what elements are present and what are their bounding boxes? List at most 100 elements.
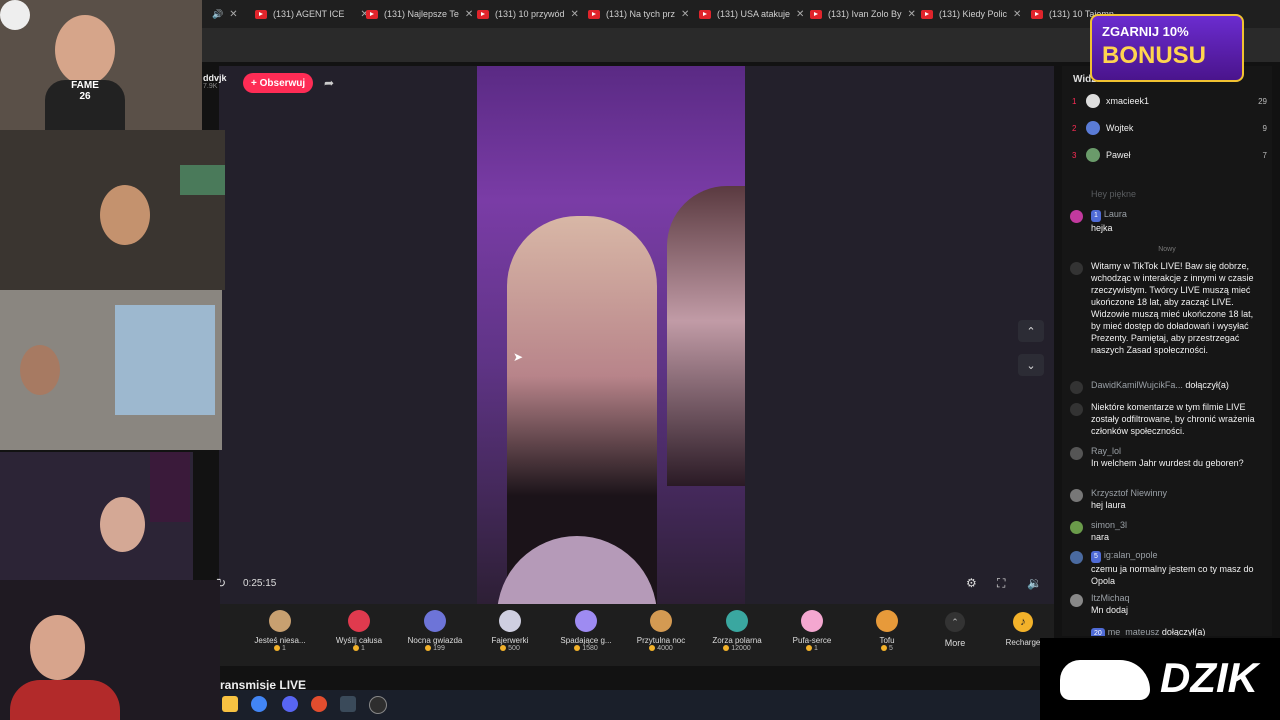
chat-message[interactable]: ItzMichaq Mn dodaj xyxy=(1070,592,1265,616)
tab-5[interactable]: (131) USA atakuje ✕ xyxy=(699,4,804,24)
follow-button[interactable]: + Obserwuj xyxy=(243,73,314,93)
gift-item[interactable]: Spadające g... 1580 xyxy=(551,608,621,652)
tab-2[interactable]: (131) Najlepsze Te ✕ xyxy=(366,4,473,24)
gift-item[interactable]: Przytulna noc 4000 xyxy=(626,608,696,652)
viewer-row[interactable]: 2 Wojtek 9 xyxy=(1072,119,1267,137)
gift-item[interactable]: Jesteś niesa... 1 xyxy=(245,608,315,652)
viewer-row[interactable]: 3 Paweł 7 xyxy=(1072,146,1267,164)
youtube-icon xyxy=(921,9,933,19)
coin-icon xyxy=(353,645,360,652)
chrome-icon[interactable] xyxy=(251,696,267,712)
jersey: FAME 26 xyxy=(45,80,125,130)
avatar xyxy=(1070,489,1083,502)
avatar xyxy=(1086,148,1100,162)
mouse-cursor-icon: ➤ xyxy=(513,350,524,364)
webcam-person xyxy=(100,185,150,245)
next-live-button[interactable]: ⌄ xyxy=(1018,354,1044,376)
file-explorer-icon[interactable] xyxy=(222,696,238,712)
aquarium xyxy=(180,165,225,195)
join-icon xyxy=(1070,381,1083,394)
gift-item[interactable]: Tofu 5 xyxy=(852,608,922,652)
panda-icon xyxy=(0,0,30,30)
coin-icon: ♪ xyxy=(1013,612,1033,632)
chat-message[interactable]: 5 ig:alan_opole czemu ja normalny jestem c… xyxy=(1070,549,1265,587)
gift-item[interactable]: Fajerwerki 500 xyxy=(475,608,545,652)
share-icon[interactable]: ➦ xyxy=(324,76,334,90)
close-icon[interactable]: ✕ xyxy=(1013,9,1021,20)
close-icon[interactable]: ✕ xyxy=(908,9,916,20)
chat-message[interactable]: Ray_lol In welchem Jahr wurdest du gebore… xyxy=(1070,445,1265,469)
chevron-down-icon: ⌄ xyxy=(1026,359,1036,372)
system-message: Niektóre komentarze w tym filmie LIVE zo… xyxy=(1070,401,1265,437)
discord-icon[interactable] xyxy=(282,696,298,712)
webcam-person xyxy=(30,615,85,680)
chevron-up-icon: ⌃ xyxy=(945,612,965,632)
more-gifts-button[interactable]: ⌃ More xyxy=(930,604,980,648)
new-messages-divider: Nowy xyxy=(1158,246,1176,253)
tab-4[interactable]: (131) Na tych prz ✕ xyxy=(588,4,689,24)
close-icon[interactable]: ✕ xyxy=(796,9,804,20)
avatar xyxy=(1070,521,1083,534)
coin-icon xyxy=(723,645,730,652)
close-icon[interactable]: ✕ xyxy=(571,9,579,20)
avatar xyxy=(1086,121,1100,135)
volume-icon[interactable]: 🔉 xyxy=(1027,576,1042,590)
close-icon[interactable]: ✕ xyxy=(229,9,237,20)
webcam-4 xyxy=(0,452,193,580)
boar-icon xyxy=(1060,660,1150,700)
settings-icon[interactable]: ⚙ xyxy=(966,576,977,590)
coin-icon xyxy=(574,645,581,652)
live-video[interactable] xyxy=(477,66,745,604)
cozy-night-gift-icon xyxy=(650,610,672,632)
close-icon[interactable]: ✕ xyxy=(465,9,473,20)
chat-message[interactable]: Krzysztof Niewinny hej laura xyxy=(1070,487,1265,511)
streamer-friend xyxy=(667,186,745,486)
tab-7[interactable]: (131) Kiedy Polic ✕ xyxy=(921,4,1021,24)
red-shirt xyxy=(10,680,120,720)
youtube-icon xyxy=(255,9,267,19)
tab-1[interactable]: (131) AGENT ICE ✕ xyxy=(255,4,369,24)
youtube-icon xyxy=(699,9,711,19)
chat-message[interactable]: 1 Laura hejka xyxy=(1070,208,1265,234)
tab-controls[interactable]: 🔊 ✕ xyxy=(212,4,238,24)
join-message: DawidKamilWujcikFa... dołączył(a) xyxy=(1070,379,1265,394)
aurora-gift-icon xyxy=(726,610,748,632)
coin-icon xyxy=(425,645,432,652)
viewer-row[interactable]: 1 xmacieek1 29 xyxy=(1072,92,1267,110)
app-icon[interactable] xyxy=(311,696,327,712)
level-badge: 20 xyxy=(1091,628,1105,636)
avatar xyxy=(1086,94,1100,108)
coin-icon xyxy=(274,645,281,652)
webcam-1: FAME 26 xyxy=(0,0,202,130)
webcam-5 xyxy=(0,580,220,720)
creator-name: ddvjk xyxy=(203,73,227,83)
tab-3[interactable]: (131) 10 przywód ✕ xyxy=(477,4,579,24)
creator-info[interactable]: ddvjk 7.9K xyxy=(203,73,227,90)
youtube-icon xyxy=(366,9,378,19)
join-message: 20 me_mateusz dołączył(a) xyxy=(1070,626,1265,636)
heart-puff-gift-icon xyxy=(801,610,823,632)
obs-icon[interactable] xyxy=(369,696,387,714)
gift-item[interactable]: Zorza polarna 12000 xyxy=(702,608,772,652)
fullscreen-icon[interactable]: ⛶ xyxy=(997,576,1005,591)
speaker-icon[interactable]: 🔊 xyxy=(212,9,223,20)
tab-6[interactable]: (131) Ivan Zolo By ✕ xyxy=(810,4,916,24)
chevron-up-icon: ⌃ xyxy=(1026,325,1036,338)
previous-live-button[interactable]: ⌃ xyxy=(1018,320,1044,342)
youtube-icon xyxy=(1031,9,1043,19)
creator-followers: 7.9K xyxy=(203,83,218,90)
window-view xyxy=(115,305,215,415)
close-icon[interactable]: ✕ xyxy=(681,9,689,20)
xbox-icon[interactable] xyxy=(340,696,356,712)
coin-icon xyxy=(500,645,507,652)
webcam-2 xyxy=(0,130,225,290)
gift-item[interactable]: Pufa-serce 1 xyxy=(777,608,847,652)
dzik-logo: DZIK xyxy=(1040,638,1280,720)
coin-icon xyxy=(649,645,656,652)
fireworks-gift-icon xyxy=(499,610,521,632)
chat-message[interactable]: simon_3l nara xyxy=(1070,519,1265,543)
gift-item[interactable]: Nocna gwiazda 199 xyxy=(400,608,470,652)
webcam-person xyxy=(55,15,115,85)
avatar xyxy=(1070,447,1083,460)
gift-item[interactable]: Wyślij całusa 1 xyxy=(324,608,394,652)
